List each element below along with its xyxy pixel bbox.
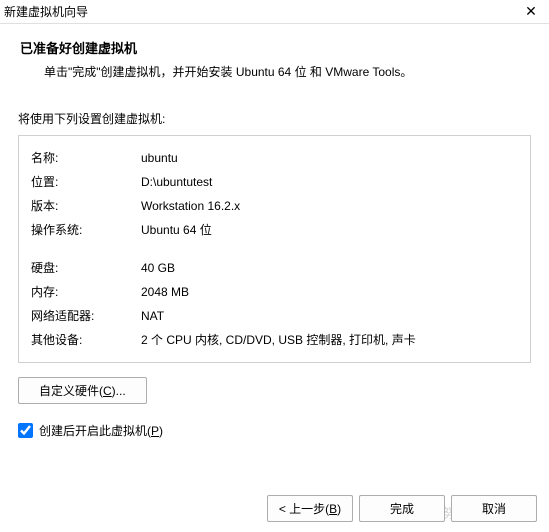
header-title: 已准备好创建虚拟机 xyxy=(20,38,529,57)
row-value: 2 个 CPU 内核, CD/DVD, USB 控制器, 打印机, 声卡 xyxy=(141,331,518,349)
row-label: 内存: xyxy=(31,283,141,301)
back-label-post: ) xyxy=(337,502,341,516)
customize-label-pre: 自定义硬件( xyxy=(39,384,103,398)
row-label: 其他设备: xyxy=(31,331,141,349)
customize-hardware-button[interactable]: 自定义硬件(C)... xyxy=(18,377,147,404)
power-on-label[interactable]: 创建后开启此虚拟机(P) xyxy=(39,422,163,439)
settings-row: 硬盘:40 GB xyxy=(31,256,518,280)
settings-box: 名称:ubuntu位置:D:\ubuntutest版本:Workstation … xyxy=(18,135,531,363)
back-label-pre: < 上一步( xyxy=(279,502,329,516)
footer-buttons: < 上一步(B) 完成 取消 xyxy=(267,495,537,522)
group-spacer xyxy=(31,242,518,256)
settings-row: 操作系统:Ubuntu 64 位 xyxy=(31,218,518,242)
row-label: 版本: xyxy=(31,197,141,215)
row-value: Workstation 16.2.x xyxy=(141,197,518,215)
power-on-label-u: P xyxy=(151,424,159,438)
titlebar: 新建虚拟机向导 ✕ xyxy=(0,0,549,24)
window-title: 新建虚拟机向导 xyxy=(4,3,88,20)
close-icon[interactable]: ✕ xyxy=(521,3,541,20)
back-label-u: B xyxy=(329,502,337,516)
power-on-label-post: ) xyxy=(159,424,163,438)
row-label: 网络适配器: xyxy=(31,307,141,325)
back-button[interactable]: < 上一步(B) xyxy=(267,495,353,522)
wizard-header: 已准备好创建虚拟机 单击"完成"创建虚拟机，并开始安装 Ubuntu 64 位 … xyxy=(0,24,549,96)
row-value: NAT xyxy=(141,307,518,325)
row-label: 名称: xyxy=(31,149,141,167)
customize-row: 自定义硬件(C)... xyxy=(18,377,531,404)
customize-label-u: C xyxy=(103,384,112,398)
settings-row: 其他设备:2 个 CPU 内核, CD/DVD, USB 控制器, 打印机, 声… xyxy=(31,328,518,352)
row-value: D:\ubuntutest xyxy=(141,173,518,191)
settings-row: 版本:Workstation 16.2.x xyxy=(31,194,518,218)
settings-row: 网络适配器:NAT xyxy=(31,304,518,328)
row-label: 位置: xyxy=(31,173,141,191)
settings-row: 内存:2048 MB xyxy=(31,280,518,304)
row-value: Ubuntu 64 位 xyxy=(141,221,518,239)
cancel-button[interactable]: 取消 xyxy=(451,495,537,522)
row-value: 2048 MB xyxy=(141,283,518,301)
customize-label-post: )... xyxy=(112,384,126,398)
power-on-label-pre: 创建后开启此虚拟机( xyxy=(39,424,151,438)
summary-label: 将使用下列设置创建虚拟机: xyxy=(18,110,531,127)
row-value: 40 GB xyxy=(141,259,518,277)
finish-button[interactable]: 完成 xyxy=(359,495,445,522)
power-on-checkbox-row: 创建后开启此虚拟机(P) xyxy=(18,422,531,439)
power-on-checkbox[interactable] xyxy=(18,423,33,438)
header-description: 单击"完成"创建虚拟机，并开始安装 Ubuntu 64 位 和 VMware T… xyxy=(20,63,529,80)
settings-row: 位置:D:\ubuntutest xyxy=(31,170,518,194)
content-area: 将使用下列设置创建虚拟机: 名称:ubuntu位置:D:\ubuntutest版… xyxy=(0,96,549,449)
row-label: 硬盘: xyxy=(31,259,141,277)
settings-group-2: 硬盘:40 GB内存:2048 MB网络适配器:NAT其他设备:2 个 CPU … xyxy=(31,256,518,352)
settings-group-1: 名称:ubuntu位置:D:\ubuntutest版本:Workstation … xyxy=(31,146,518,242)
row-value: ubuntu xyxy=(141,149,518,167)
settings-row: 名称:ubuntu xyxy=(31,146,518,170)
row-label: 操作系统: xyxy=(31,221,141,239)
